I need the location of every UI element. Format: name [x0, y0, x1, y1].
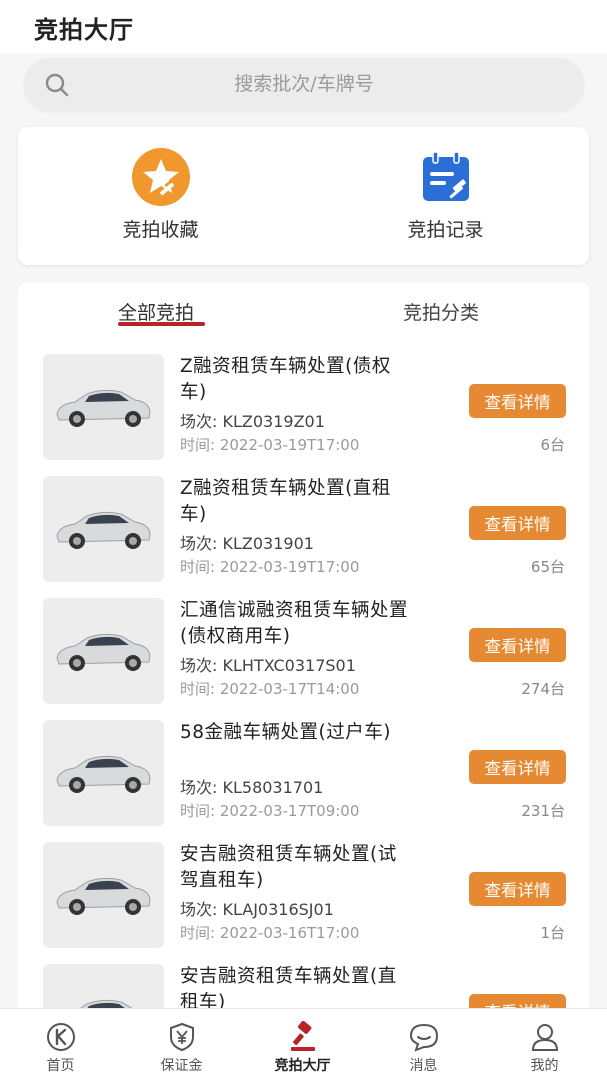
- auction-title: Z融资租赁车辆处置(债权车): [180, 356, 391, 403]
- auction-list-item[interactable]: Z融资租赁车辆处置(债权车) 场次: KLZ0319Z01 时间: 2022-0…: [18, 354, 589, 464]
- auction-favorites-button[interactable]: 竞拍收藏: [18, 127, 303, 265]
- auction-time: 时间: 2022-03-16T17:00: [180, 924, 360, 942]
- vehicle-count: 6台: [540, 436, 565, 454]
- auction-time: 时间: 2022-03-19T17:00: [180, 436, 360, 454]
- active-tab-indicator: [118, 322, 205, 326]
- deposit-shield-icon: [169, 1022, 194, 1052]
- view-details-button[interactable]: 查看详情: [469, 750, 566, 784]
- search-input[interactable]: [84, 58, 524, 110]
- vehicle-count: 274台: [521, 680, 565, 698]
- home-k-icon: [46, 1023, 75, 1051]
- nav-auction-hall-label: 竞拍大厅: [274, 1058, 331, 1074]
- auction-session-code: 场次: KL58031701: [180, 778, 324, 797]
- user-icon: [531, 1024, 558, 1051]
- auction-time: 时间: 2022-03-17T09:00: [180, 802, 360, 820]
- page-title: 竞拍大厅: [34, 16, 134, 44]
- car-image-icon: [56, 755, 151, 793]
- auction-time: 时间: 2022-03-19T17:00: [180, 558, 360, 576]
- car-image-icon: [56, 511, 151, 549]
- app-header: 竞拍大厅: [0, 0, 607, 54]
- auction-title: Z融资租赁车辆处置(直租车): [180, 478, 391, 525]
- star-auction-icon: [131, 148, 190, 206]
- car-image-icon: [56, 633, 151, 671]
- auction-session-code: 场次: KLHTXC0317S01: [180, 656, 356, 675]
- car-thumbnail: [43, 354, 164, 460]
- auction-list-item[interactable]: 安吉融资租赁车辆处置(试驾直租车) 场次: KLAJ0316SJ01 时间: 2…: [18, 842, 589, 952]
- auction-records-button[interactable]: 竞拍记录: [303, 127, 588, 265]
- auction-list-item[interactable]: 58金融车辆处置(过户车) 场次: KL58031701 时间: 2022-03…: [18, 720, 589, 830]
- car-thumbnail: [43, 476, 164, 582]
- nav-deposit[interactable]: 保证金: [121, 1009, 242, 1080]
- nav-profile[interactable]: 我的: [484, 1009, 605, 1080]
- nav-deposit-label: 保证金: [160, 1058, 203, 1074]
- gavel-icon: [290, 1021, 315, 1051]
- view-details-button[interactable]: 查看详情: [469, 628, 566, 662]
- car-image-icon: [56, 389, 151, 427]
- nav-messages[interactable]: 消息: [363, 1009, 484, 1080]
- search-icon: [45, 73, 69, 97]
- auction-favorites-label: 竞拍收藏: [122, 219, 199, 241]
- bottom-navigation: 首页 保证金 竞拍大厅 消息 我的: [0, 1008, 607, 1080]
- auction-title: 58金融车辆处置(过户车): [180, 722, 391, 743]
- nav-profile-label: 我的: [530, 1058, 559, 1074]
- search-bar[interactable]: [24, 58, 584, 110]
- car-thumbnail: [43, 598, 164, 704]
- view-details-button[interactable]: 查看详情: [469, 384, 566, 418]
- nav-messages-label: 消息: [409, 1058, 438, 1074]
- tab-auction-categories[interactable]: 竞拍分类: [403, 298, 479, 325]
- auction-records-label: 竞拍记录: [407, 219, 484, 241]
- auction-session-code: 场次: KLZ031901: [180, 534, 314, 553]
- calendar-record-icon: [422, 151, 469, 201]
- auction-title: 汇通信诚融资租赁车辆处置(债权商用车): [180, 600, 409, 647]
- auction-session-code: 场次: KLAJ0316SJ01: [180, 900, 334, 919]
- nav-home[interactable]: 首页: [0, 1009, 121, 1080]
- auction-list-item[interactable]: Z融资租赁车辆处置(直租车) 场次: KLZ031901 时间: 2022-03…: [18, 476, 589, 586]
- nav-auction-hall[interactable]: 竞拍大厅: [242, 1009, 363, 1080]
- message-icon: [409, 1023, 438, 1052]
- tab-all-auctions[interactable]: 全部竞拍: [118, 298, 194, 325]
- auction-title: 安吉融资租赁车辆处置(试驾直租车): [180, 844, 397, 891]
- vehicle-count: 65台: [530, 558, 565, 576]
- auction-list-panel: 全部竞拍 竞拍分类 Z融资租赁车辆处置(债权车) 场次: KLZ0319Z01 …: [18, 282, 589, 1022]
- quick-actions-card: 竞拍收藏 竞拍记录: [18, 127, 589, 265]
- vehicle-count: 231台: [521, 802, 565, 820]
- car-thumbnail: [43, 842, 164, 948]
- nav-home-label: 首页: [46, 1058, 75, 1074]
- auction-session-code: 场次: KLZ0319Z01: [180, 412, 325, 431]
- auction-list-item[interactable]: 汇通信诚融资租赁车辆处置(债权商用车) 场次: KLHTXC0317S01 时间…: [18, 598, 589, 708]
- car-image-icon: [56, 877, 151, 915]
- vehicle-count: 1台: [540, 924, 565, 942]
- auction-time: 时间: 2022-03-17T14:00: [180, 680, 360, 698]
- view-details-button[interactable]: 查看详情: [469, 506, 566, 540]
- view-details-button[interactable]: 查看详情: [469, 872, 566, 906]
- car-thumbnail: [43, 720, 164, 826]
